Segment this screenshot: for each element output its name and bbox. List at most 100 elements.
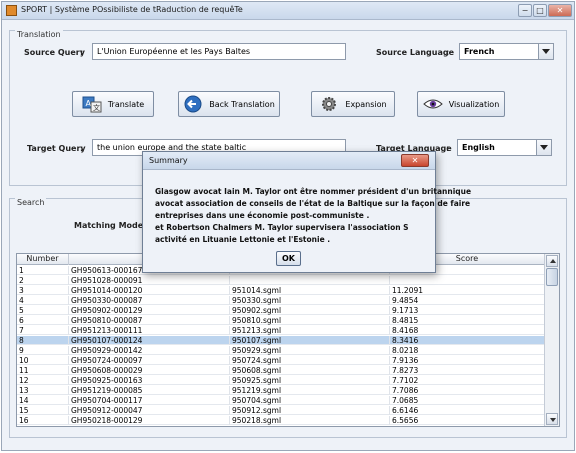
cell-score: 9.4854 xyxy=(390,296,545,305)
visualization-button[interactable]: Visualization xyxy=(417,91,505,117)
cell-number: 2 xyxy=(17,276,69,285)
table-row[interactable]: 4 GH950330-000087 950330.sgml 9.4854 xyxy=(17,296,545,305)
cell-score: 8.4168 xyxy=(390,326,545,335)
close-button[interactable]: ✕ xyxy=(548,4,572,17)
cell-article: GH951219-000085 xyxy=(69,386,230,395)
cell-score: 7.7086 xyxy=(390,386,545,395)
title-bar[interactable]: SPORT | Système POssibiliste de tRaducti… xyxy=(2,2,574,20)
cell-article: GH950107-000124 xyxy=(69,336,230,345)
cell-number: 6 xyxy=(17,316,69,325)
cell-number: 4 xyxy=(17,296,69,305)
scroll-down-button[interactable] xyxy=(546,413,558,425)
table-row[interactable]: 16 GH950218-000129 950218.sgml 6.5656 xyxy=(17,416,545,425)
cell-score xyxy=(390,276,545,285)
table-row[interactable]: 13 GH951219-000085 951219.sgml 7.7086 xyxy=(17,386,545,395)
table-row[interactable]: 2 GH951028-000091 xyxy=(17,276,545,285)
cell-file: 950925.sgml xyxy=(230,376,390,385)
translate-button[interactable]: A 文 Translate xyxy=(72,91,154,117)
table-row[interactable]: 14 GH950704-000117 950704.sgml 7.0685 xyxy=(17,396,545,405)
column-header-number[interactable]: Number xyxy=(17,254,69,265)
search-section-title: Search xyxy=(15,198,47,207)
chevron-down-icon[interactable] xyxy=(536,140,551,155)
cell-file: 950330.sgml xyxy=(230,296,390,305)
cell-file: 950724.sgml xyxy=(230,356,390,365)
table-row[interactable]: 11 GH950608-000029 950608.sgml 7.8273 xyxy=(17,366,545,375)
table-row[interactable]: 12 GH950925-000163 950925.sgml 7.7102 xyxy=(17,376,545,385)
cell-number: 3 xyxy=(17,286,69,295)
cell-score: 7.9136 xyxy=(390,356,545,365)
cell-number: 12 xyxy=(17,376,69,385)
scroll-thumb[interactable] xyxy=(546,268,558,286)
visualization-label: Visualization xyxy=(448,99,500,109)
chevron-up-icon xyxy=(550,259,556,263)
cell-file: 950608.sgml xyxy=(230,366,390,375)
summary-dialog: Summary ✕ Glasgow avocat Iain M. Taylor … xyxy=(142,151,472,273)
minimize-button[interactable]: − xyxy=(518,4,532,17)
cell-number: 16 xyxy=(17,416,69,425)
translation-section-title: Translation xyxy=(15,30,63,39)
maximize-button[interactable]: □ xyxy=(533,4,547,17)
cell-article: GH950929-000142 xyxy=(69,346,230,355)
gear-icon xyxy=(319,95,339,113)
target-language-value: English xyxy=(462,143,495,152)
scroll-up-button[interactable] xyxy=(546,255,558,267)
source-language-select[interactable]: French xyxy=(459,43,554,60)
cell-article: GH951028-000091 xyxy=(69,276,230,285)
source-query-input[interactable]: L'Union Européenne et les Pays Baltes xyxy=(92,43,346,60)
table-row[interactable]: 8 GH950107-000124 950107.sgml 8.3416 xyxy=(17,336,545,345)
cell-number: 9 xyxy=(17,346,69,355)
translate-button-label: Translate xyxy=(107,99,145,109)
cell-article: GH950925-000163 xyxy=(69,376,230,385)
cell-number: 8 xyxy=(17,336,69,345)
dialog-line: Glasgow avocat Iain M. Taylor ont être n… xyxy=(155,187,472,196)
target-language-separator: : xyxy=(446,144,450,153)
ok-button[interactable]: OK xyxy=(276,251,301,266)
matching-model-label: Matching Model xyxy=(74,221,146,230)
chevron-down-icon xyxy=(550,418,556,422)
target-query-label: Target Query xyxy=(27,144,86,153)
cell-article: GH950902-000129 xyxy=(69,306,230,315)
expansion-label: Expansion xyxy=(345,99,387,109)
cell-article: GH951213-000111 xyxy=(69,326,230,335)
cell-number: 7 xyxy=(17,326,69,335)
cell-number: 15 xyxy=(17,406,69,415)
cell-article: GH950810-000087 xyxy=(69,316,230,325)
table-row[interactable]: 15 GH950912-000047 950912.sgml 6.6146 xyxy=(17,406,545,415)
cell-number: 1 xyxy=(17,266,69,275)
cell-score: 8.3416 xyxy=(390,336,545,345)
table-row[interactable]: 3 GH951014-000120 951014.sgml 11.2091 xyxy=(17,286,545,295)
cell-file: 950218.sgml xyxy=(230,416,390,425)
chevron-down-icon[interactable] xyxy=(538,44,553,59)
back-translation-button[interactable]: Back Translation xyxy=(178,91,280,117)
cell-number: 14 xyxy=(17,396,69,405)
cell-number: 11 xyxy=(17,366,69,375)
table-row[interactable]: 7 GH951213-000111 951213.sgml 8.4168 xyxy=(17,326,545,335)
table-row[interactable]: 6 GH950810-000087 950810.sgml 8.4815 xyxy=(17,316,545,325)
cell-file xyxy=(230,276,390,285)
cell-article: GH950724-000097 xyxy=(69,356,230,365)
dialog-title-bar[interactable]: Summary ✕ xyxy=(143,152,435,170)
expansion-button[interactable]: Expansion xyxy=(311,91,395,117)
cell-score: 7.0685 xyxy=(390,396,545,405)
app-icon xyxy=(6,5,17,16)
cell-number: 10 xyxy=(17,356,69,365)
table-row[interactable]: 5 GH950902-000129 950902.sgml 9.1713 xyxy=(17,306,545,315)
cell-score: 6.5656 xyxy=(390,416,545,425)
results-table: Number Arti Score 1GH950613-0001672GH951… xyxy=(16,253,560,427)
cell-file: 950912.sgml xyxy=(230,406,390,415)
cell-score: 9.1713 xyxy=(390,306,545,315)
cell-article: GH951014-000120 xyxy=(69,286,230,295)
dialog-close-button[interactable]: ✕ xyxy=(401,154,429,167)
cell-score: 8.0218 xyxy=(390,346,545,355)
vertical-scrollbar[interactable] xyxy=(544,254,559,426)
cell-score: 6.6146 xyxy=(390,406,545,415)
target-language-select[interactable]: English xyxy=(457,139,552,156)
cell-file: 951213.sgml xyxy=(230,326,390,335)
table-row[interactable]: 10 GH950724-000097 950724.sgml 7.9136 xyxy=(17,356,545,365)
dialog-line: avocat association de conseils de l'état… xyxy=(155,199,471,208)
dialog-title: Summary xyxy=(149,156,188,165)
cell-file: 950929.sgml xyxy=(230,346,390,355)
table-row[interactable]: 9 GH950929-000142 950929.sgml 8.0218 xyxy=(17,346,545,355)
source-language-value: French xyxy=(464,47,495,56)
source-language-label: Source Language xyxy=(376,48,455,57)
